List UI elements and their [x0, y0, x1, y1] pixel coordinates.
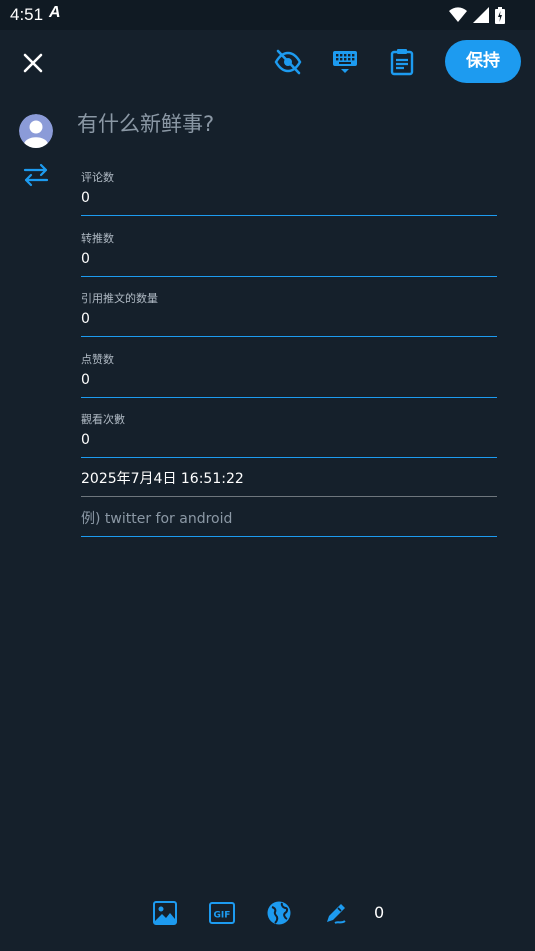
status-notification-icon: A: [49, 4, 61, 21]
keyboard-icon[interactable]: [330, 47, 360, 77]
field-value[interactable]: 0: [81, 188, 497, 208]
field-underline: [81, 276, 497, 277]
field-value[interactable]: 0: [81, 249, 497, 269]
compose-toolbar: 保持: [0, 30, 535, 94]
retweet-icon[interactable]: [22, 162, 50, 188]
avatar[interactable]: [19, 114, 53, 148]
field-value[interactable]: 0: [81, 309, 497, 329]
globe-icon[interactable]: [266, 900, 292, 926]
clipboard-icon[interactable]: [387, 47, 417, 77]
datetime-value[interactable]: 2025年7月4日 16:51:22: [81, 469, 497, 489]
status-bar: 4:51 A: [0, 0, 535, 30]
field-label: 评论数: [81, 171, 114, 184]
field-label: 觀看次數: [81, 413, 125, 426]
datetime-field[interactable]: 2025年7月4日 16:51:22: [81, 469, 497, 497]
signal-icon: [473, 7, 489, 23]
status-icons: [449, 5, 505, 25]
eye-off-icon[interactable]: [273, 47, 303, 77]
wifi-icon: [449, 7, 467, 23]
source-input[interactable]: 例) twitter for android: [81, 509, 497, 529]
image-icon[interactable]: [152, 900, 178, 926]
bottom-toolbar: GIF 0: [0, 890, 535, 936]
field-value[interactable]: 0: [81, 370, 497, 390]
source-field[interactable]: 例) twitter for android: [81, 509, 497, 537]
compose-input[interactable]: 有什么新鲜事?: [77, 108, 214, 138]
gif-icon[interactable]: GIF: [209, 900, 235, 926]
field-underline: [81, 336, 497, 337]
field-underline: [81, 457, 497, 458]
view-count-field[interactable]: 觀看次數 0: [81, 413, 497, 458]
field-underline: [81, 397, 497, 398]
field-value[interactable]: 0: [81, 430, 497, 450]
edit-icon[interactable]: [323, 900, 349, 926]
battery-icon: [495, 6, 505, 24]
svg-text:GIF: GIF: [214, 911, 231, 921]
field-label: 转推数: [81, 232, 114, 245]
field-label: 引用推文的数量: [81, 292, 158, 305]
retweet-count-field[interactable]: 转推数 0: [81, 232, 497, 277]
field-underline: [81, 536, 497, 537]
comment-count-field[interactable]: 评论数 0: [81, 171, 497, 216]
close-icon[interactable]: [18, 48, 48, 78]
field-underline: [81, 496, 497, 497]
save-button[interactable]: 保持: [445, 40, 521, 83]
like-count-field[interactable]: 点赞数 0: [81, 353, 497, 398]
quote-count-field[interactable]: 引用推文的数量 0: [81, 292, 497, 337]
field-underline: [81, 215, 497, 216]
character-count: 0: [374, 903, 385, 922]
status-time: 4:51: [10, 5, 44, 24]
field-label: 点赞数: [81, 353, 114, 366]
